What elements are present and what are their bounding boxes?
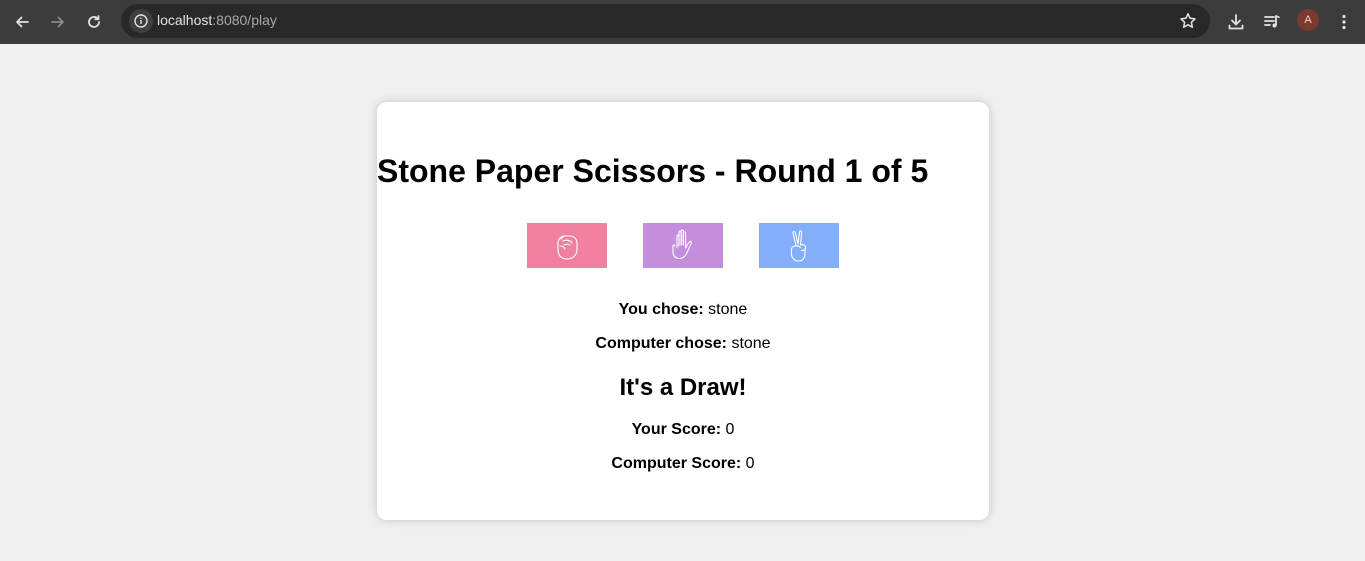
paper-button[interactable] <box>643 223 723 268</box>
computer-score-label: Computer Score: <box>611 455 742 472</box>
back-arrow-icon <box>16 16 29 28</box>
reload-icon <box>88 15 100 28</box>
round-result: It's a Draw! <box>619 374 747 401</box>
kebab-menu-icon <box>1342 14 1346 30</box>
you-chose-label: You chose: <box>618 301 704 318</box>
url-text[interactable]: localhost:8080/play <box>157 12 277 28</box>
star-icon <box>1180 13 1196 28</box>
computer-chose-text: Computer chose: stone <box>377 334 989 354</box>
you-chose-value: stone <box>708 301 748 318</box>
info-icon <box>134 14 148 28</box>
downloads-button[interactable] <box>1222 8 1250 36</box>
you-chose-text: You chose: stone <box>377 300 989 320</box>
open-hand-icon <box>672 228 692 259</box>
media-controls-button[interactable] <box>1258 8 1286 36</box>
download-icon <box>1228 14 1244 30</box>
forward-button[interactable] <box>44 8 72 36</box>
address-bar[interactable]: localhost:8080/play <box>121 4 1210 38</box>
your-score-text: Your Score: 0 <box>377 420 989 440</box>
back-button[interactable] <box>8 8 36 36</box>
stone-button[interactable] <box>527 223 607 268</box>
victory-hand-icon <box>790 229 807 262</box>
scissors-button[interactable] <box>759 223 839 268</box>
computer-score-value: 0 <box>745 455 755 472</box>
computer-score-text: Computer Score: 0 <box>377 454 989 474</box>
avatar-letter: A <box>1304 14 1312 26</box>
fist-icon <box>557 234 578 260</box>
computer-chose-label: Computer chose: <box>595 335 727 352</box>
your-score-value: 0 <box>725 421 735 438</box>
reload-button[interactable] <box>80 8 108 36</box>
url-path: :8080/play <box>212 12 277 28</box>
computer-chose-value: stone <box>731 335 771 352</box>
forward-arrow-icon <box>51 16 64 28</box>
media-queue-icon <box>1264 15 1280 28</box>
your-score-label: Your Score: <box>631 421 722 438</box>
menu-button[interactable] <box>1330 8 1358 36</box>
profile-avatar[interactable]: A <box>1297 9 1319 31</box>
browser-toolbar: localhost:8080/play A <box>0 0 1365 44</box>
site-info-button[interactable] <box>129 9 153 33</box>
page-title: Stone Paper Scissors - Round 1 of 5 <box>377 153 929 189</box>
bookmark-button[interactable] <box>1176 9 1200 33</box>
url-host: localhost <box>157 12 213 28</box>
